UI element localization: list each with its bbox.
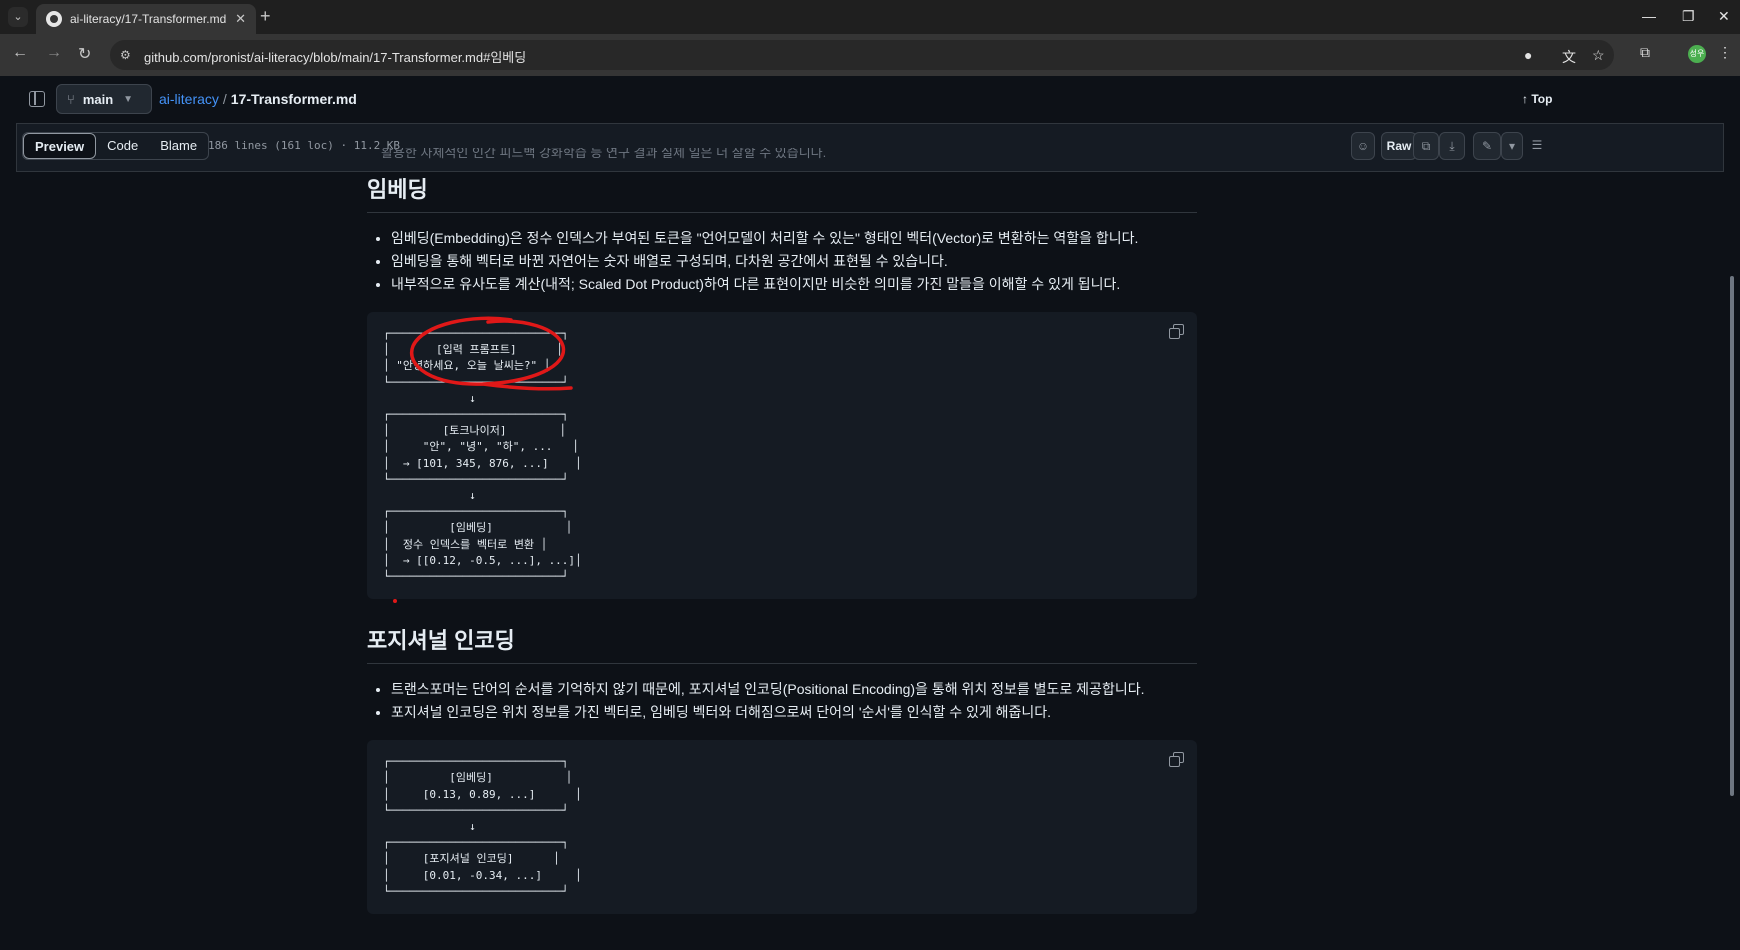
tab-title: ai-literacy/17-Transformer.md (70, 12, 227, 26)
browser-toolbar: ← → ↻ ⚙ github.com/pronist/ai-literacy/b… (0, 34, 1740, 76)
breadcrumb: ai-literacy/17-Transformer.md (159, 91, 357, 107)
code-block-positional: ┌──────────────────────────┐ │ [임베딩] │ │… (367, 740, 1197, 915)
cut-off-text: 활용한 자체적인 인간 피드백 강화학습 등 연구 결과 실제 일은 더 잘할 … (381, 148, 827, 160)
github-extension-icon[interactable]: ● (1524, 47, 1532, 63)
positional-bullet-list: 트랜스포머는 단어의 순서를 기억하지 않기 때문에, 포지셔널 인코딩(Pos… (367, 678, 1197, 724)
copy-icon[interactable] (1169, 752, 1184, 768)
arrow-up-icon: ↑ (1522, 92, 1532, 106)
red-annotation-dot (393, 599, 397, 604)
list-item: 내부적으로 유사도를 계산(내적; Scaled Dot Product)하여 … (391, 273, 1197, 296)
copy-icon[interactable] (1169, 324, 1184, 339)
bookmark-star-icon[interactable]: ☆ (1592, 47, 1605, 64)
chevron-down-icon: ▼ (123, 93, 134, 105)
address-bar[interactable]: ⚙ github.com/pronist/ai-literacy/blob/ma… (110, 40, 1614, 70)
breadcrumb-file-name: 17-Transformer.md (230, 91, 357, 107)
new-tab-icon[interactable]: + (260, 6, 271, 27)
restore-icon[interactable]: ❐ (1682, 8, 1695, 25)
article: 활용한 자체적인 인간 피드백 강화학습 등 연구 결과 실제 일은 더 잘할 … (367, 148, 1197, 915)
file-header: ⑂ main ▼ ai-literacy/17-Transformer.md ↑… (16, 76, 1724, 124)
close-window-icon[interactable]: ✕ (1718, 8, 1730, 25)
browser-menu-icon[interactable]: ⋮ (1718, 44, 1732, 61)
breadcrumb-separator: / (222, 91, 227, 107)
back-icon[interactable]: ← (12, 44, 28, 62)
forward-icon[interactable]: → (46, 44, 62, 62)
red-annotation-circle (409, 316, 573, 391)
branch-selector-button[interactable]: ⑂ main ▼ (56, 84, 152, 114)
branch-name: main (82, 91, 114, 107)
cut-off-line: 활용한 자체적인 인간 피드백 강화학습 등 연구 결과 실제 일은 더 잘할 … (367, 148, 1197, 172)
browser-tab-strip: ⌄ ai-literacy/17-Transformer.md ✕ + — ❐ … (0, 0, 1740, 34)
embedding-bullet-list: 임베딩(Embedding)은 정수 인덱스가 부여된 토큰을 "언어모델이 처… (367, 227, 1197, 296)
minimize-icon[interactable]: — (1642, 8, 1656, 24)
branch-icon: ⑂ (67, 91, 75, 107)
page-scrollbar[interactable] (1724, 76, 1740, 950)
site-info-icon[interactable]: ⚙ (120, 48, 131, 62)
section-heading-embedding: 임베딩 (367, 172, 1197, 213)
reload-icon[interactable]: ↻ (78, 44, 91, 64)
sidebar-toggle-icon[interactable] (29, 91, 45, 107)
close-tab-icon[interactable]: ✕ (235, 11, 246, 27)
list-item: 임베딩을 통해 벡터로 바뀐 자연어는 숫자 배열로 구성되며, 다차원 공간에… (391, 250, 1197, 273)
tab-search-icon[interactable]: ⌄ (8, 7, 28, 27)
top-label: Top (1531, 92, 1553, 106)
spacer (367, 599, 1197, 623)
list-item: 트랜스포머는 단어의 순서를 기억하지 않기 때문에, 포지셔널 인코딩(Pos… (391, 678, 1197, 701)
extensions-icon[interactable]: ⧉ (1640, 44, 1650, 61)
translate-icon[interactable]: 文 (1562, 47, 1576, 67)
section-heading-positional-encoding: 포지셔널 인코딩 (367, 623, 1197, 665)
profile-avatar[interactable]: 성우 (1688, 45, 1706, 63)
url-text[interactable]: github.com/pronist/ai-literacy/blob/main… (144, 47, 526, 66)
list-item: 포지셔널 인코딩은 위치 정보를 가진 벡터로, 임베딩 벡터와 더해짐으로써 … (391, 701, 1197, 724)
list-item: 임베딩(Embedding)은 정수 인덱스가 부여된 토큰을 "언어모델이 처… (391, 227, 1197, 250)
top-button[interactable]: ↑ Top (1522, 92, 1552, 106)
breadcrumb-repo-link[interactable]: ai-literacy (159, 91, 219, 107)
browser-tab[interactable]: ai-literacy/17-Transformer.md ✕ (36, 4, 256, 34)
markdown-body: 활용한 자체적인 인간 피드백 강화학습 등 연구 결과 실제 일은 더 잘할 … (16, 148, 1724, 950)
scrollbar-thumb[interactable] (1730, 276, 1734, 796)
github-favicon-icon (46, 11, 62, 27)
